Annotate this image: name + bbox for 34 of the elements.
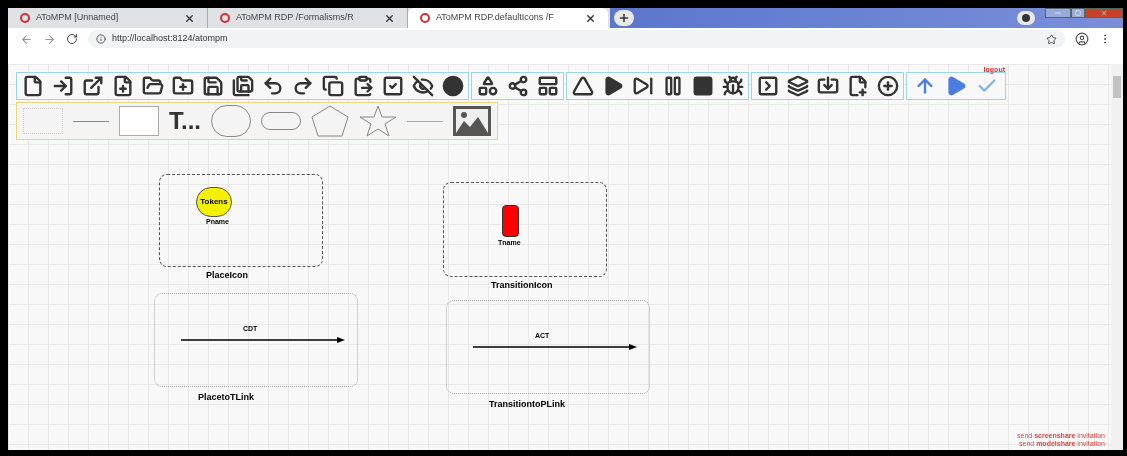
profile-badge-icon[interactable] xyxy=(1017,11,1035,25)
profile-icon xyxy=(1075,32,1089,46)
icon-name-label: PlaceIcon xyxy=(206,269,249,282)
reload-icon xyxy=(66,33,78,45)
tab-title: AToMPM [Unnamed] xyxy=(36,11,120,25)
star-shape[interactable] xyxy=(359,105,397,137)
close-icon xyxy=(184,12,195,24)
tab-title: AToMPM RDP.defaultIcons /F xyxy=(436,11,555,25)
tokens-label: Tokens xyxy=(200,196,228,208)
minimize-button[interactable] xyxy=(1045,8,1071,18)
bookmark-star-icon xyxy=(1046,33,1057,45)
close-icon xyxy=(585,12,596,24)
icon-name-label: TransitiontoPLink xyxy=(489,398,565,411)
maximize-button[interactable] xyxy=(1071,8,1085,18)
browser-tab[interactable]: AToMPM RDP.defaultIcons /F xyxy=(408,8,608,28)
app-logo-icon xyxy=(220,13,230,23)
back-icon xyxy=(20,32,33,46)
text-tool[interactable]: T... xyxy=(169,109,201,133)
tab-title: AToMPM RDP /Formalisms/R xyxy=(236,11,355,25)
icon-name-label: PlacetoTLink xyxy=(198,391,254,404)
plus-icon xyxy=(618,12,630,24)
image-icon[interactable] xyxy=(453,106,491,136)
address-bar[interactable]: http://localhost:8124/atompm xyxy=(88,30,1065,48)
transition-bar xyxy=(502,205,519,237)
url-text: http://localhost:8124/atompm xyxy=(112,32,229,46)
new-tab-button[interactable] xyxy=(614,10,634,26)
close-icon xyxy=(384,12,395,24)
app-logo-icon xyxy=(20,13,30,23)
app-logo-icon xyxy=(420,13,430,23)
maximize-icon xyxy=(1075,10,1081,16)
icon-name-label: TransitionIcon xyxy=(491,279,553,292)
close-icon xyxy=(1100,9,1108,17)
forward-icon xyxy=(43,32,56,46)
minimize-icon xyxy=(1054,9,1062,17)
